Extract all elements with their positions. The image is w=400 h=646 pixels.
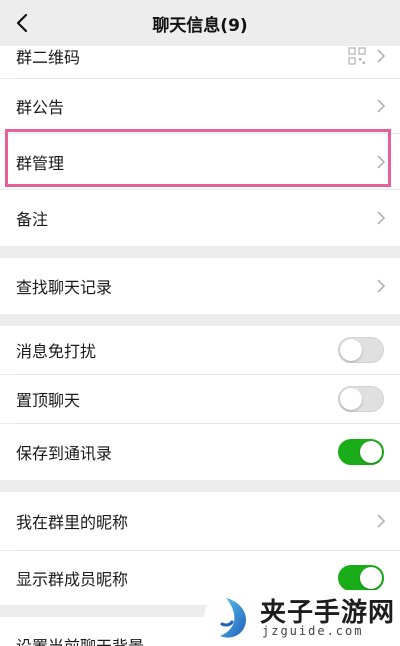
row-remark[interactable]: 备注 [0, 190, 400, 246]
row-save-contacts: 保存到通讯录 [0, 424, 400, 480]
watermark: 夹子手游网 jzguide.com [204, 590, 400, 646]
row-pin: 置顶聊天 [0, 375, 400, 423]
row-label: 设置当前聊天背景 [16, 633, 144, 646]
save-contacts-toggle[interactable] [338, 439, 384, 465]
row-group-qrcode[interactable]: 群二维码 [0, 46, 400, 78]
toggle-knob [360, 441, 382, 463]
row-mute: 消息免打扰 [0, 326, 400, 374]
row-my-nickname[interactable]: 我在群里的昵称 [0, 492, 400, 550]
back-button[interactable] [8, 7, 36, 39]
toggle-knob [340, 388, 362, 410]
row-search-history[interactable]: 查找聊天记录 [0, 258, 400, 314]
row-group-notice[interactable]: 群公告 [0, 79, 400, 133]
qr-code-icon [348, 47, 366, 65]
brand-logo-icon [220, 598, 246, 638]
nav-bar: 聊天信息(9) [0, 0, 400, 46]
back-arrow-icon [16, 13, 28, 33]
chevron-right-icon [377, 99, 386, 113]
show-nicknames-toggle[interactable] [338, 565, 384, 591]
settings-list[interactable]: 群二维码 群公告 群管理 备注 查找聊天记录 消息免打扰 置顶聊天 保存到通讯录… [0, 46, 400, 646]
toggle-knob [340, 339, 362, 361]
chevron-right-icon [377, 514, 386, 528]
page-title: 聊天信息(9) [152, 15, 248, 36]
mute-toggle[interactable] [338, 337, 384, 363]
row-label: 置顶聊天 [16, 391, 81, 410]
brand-domain: jzguide.com [262, 624, 364, 638]
row-label: 我在群里的昵称 [16, 513, 129, 532]
toggle-knob [360, 567, 382, 589]
row-label: 消息免打扰 [16, 342, 97, 361]
row-label: 保存到通讯录 [16, 444, 113, 463]
row-label: 群管理 [16, 153, 65, 173]
chevron-right-icon [377, 154, 386, 169]
row-label: 查找聊天记录 [16, 278, 113, 297]
row-group-manage[interactable]: 群管理 [0, 134, 400, 189]
row-label: 备注 [16, 210, 49, 229]
chevron-right-icon [377, 211, 386, 225]
row-label: 群公告 [16, 98, 65, 117]
row-label: 群二维码 [16, 48, 81, 67]
chevron-right-icon [377, 279, 386, 293]
row-label: 显示群成员昵称 [16, 570, 129, 589]
pin-toggle[interactable] [338, 386, 384, 412]
chevron-right-icon [377, 49, 386, 63]
